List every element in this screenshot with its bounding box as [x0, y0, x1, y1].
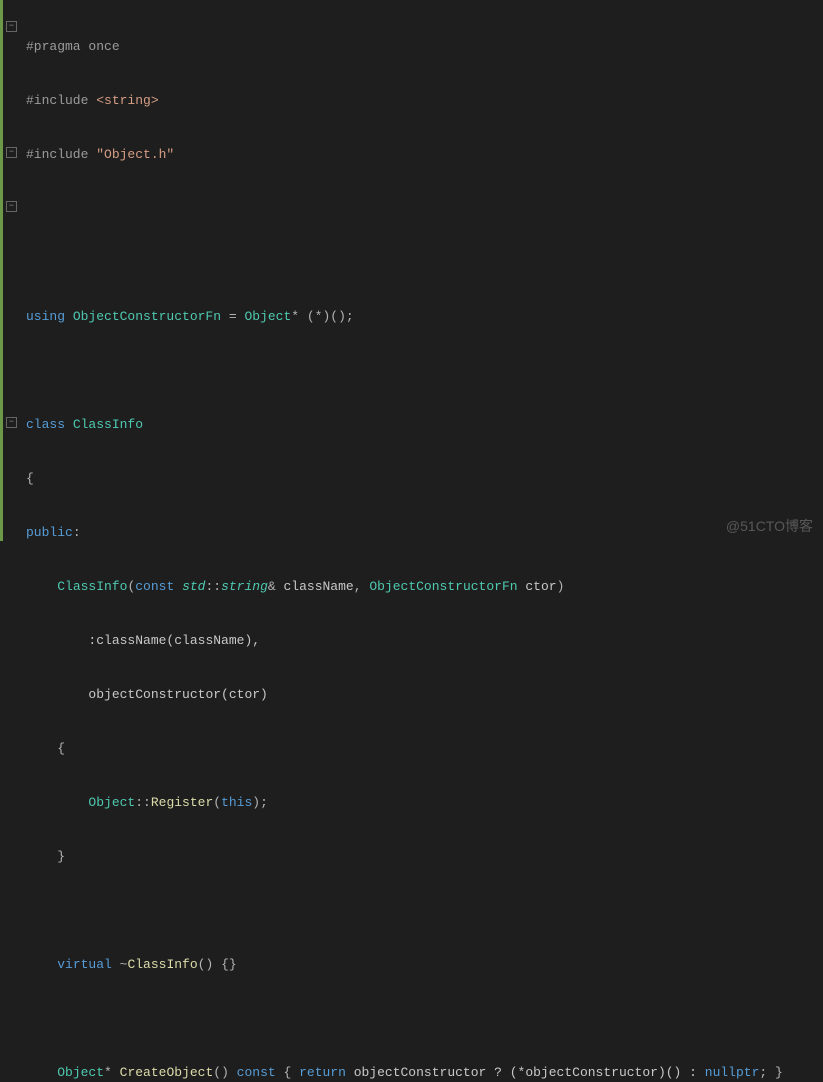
operator: =	[221, 309, 244, 324]
brace: }	[57, 849, 65, 864]
access-specifier: public	[26, 525, 73, 540]
editor-gutter	[0, 0, 22, 541]
colon: :	[73, 525, 81, 540]
keyword: nullptr	[705, 1065, 760, 1080]
type-name: Object	[57, 1065, 104, 1080]
constructor-name: ClassInfo	[57, 579, 127, 594]
fold-toggle-icon[interactable]	[6, 417, 17, 428]
type-name: Object	[244, 309, 291, 324]
class-name: ClassInfo	[73, 417, 143, 432]
watermark: @51CTO博客	[726, 517, 813, 535]
param: ctor	[525, 579, 556, 594]
namespace: std	[182, 579, 205, 594]
type-name: ObjectConstructorFn	[369, 579, 517, 594]
code-area[interactable]: #pragma once #include <string> #include …	[22, 0, 823, 541]
destructor-name: ClassInfo	[127, 957, 197, 972]
keyword: using	[26, 309, 73, 324]
brace: {	[57, 741, 65, 756]
code-text: * (*)();	[291, 309, 353, 324]
preprocessor: #pragma once	[26, 39, 120, 54]
include-header: <string>	[96, 93, 158, 108]
function-call: Register	[151, 795, 213, 810]
fold-toggle-icon[interactable]	[6, 201, 17, 212]
type-name: Object	[88, 795, 135, 810]
keyword: this	[221, 795, 252, 810]
param: className	[284, 579, 354, 594]
include-directive: #include	[26, 93, 96, 108]
code-editor[interactable]: #pragma once #include <string> #include …	[0, 0, 823, 541]
fold-toggle-icon[interactable]	[6, 21, 17, 32]
brace: {	[26, 471, 34, 486]
keyword: return	[299, 1065, 354, 1080]
type-name: string	[221, 579, 268, 594]
function-name: CreateObject	[120, 1065, 214, 1080]
keyword: const	[237, 1065, 284, 1080]
keyword: const	[135, 579, 182, 594]
init-list: objectConstructor(ctor)	[88, 687, 267, 702]
keyword: class	[26, 417, 73, 432]
include-directive: #include	[26, 147, 96, 162]
change-margin	[0, 0, 3, 541]
fold-toggle-icon[interactable]	[6, 147, 17, 158]
include-header: "Object.h"	[96, 147, 174, 162]
type-name: ObjectConstructorFn	[73, 309, 221, 324]
init-list: :className(className),	[88, 633, 260, 648]
keyword: virtual	[57, 957, 119, 972]
